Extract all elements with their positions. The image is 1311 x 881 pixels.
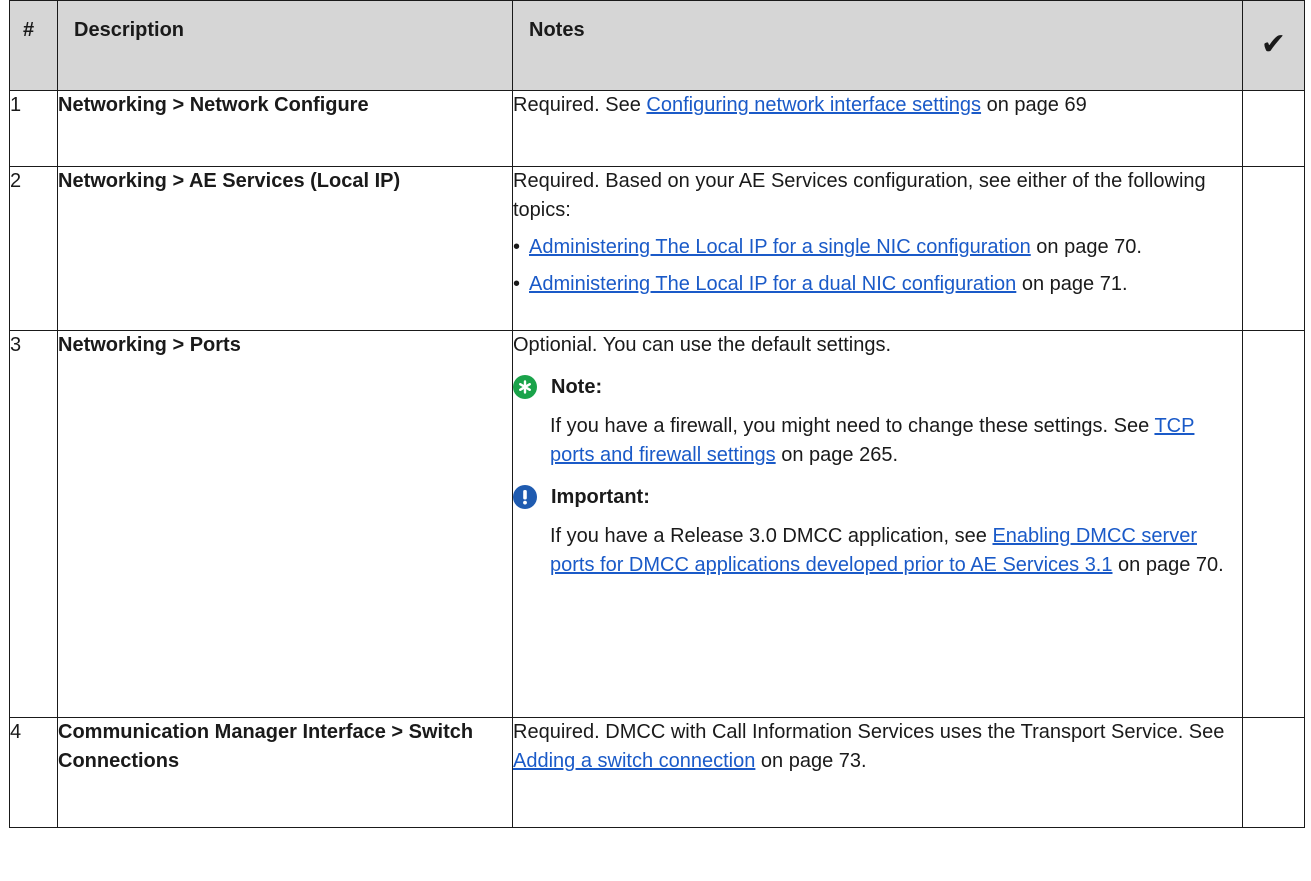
link-local-ip-dual-nic[interactable]: Administering The Local IP for a dual NI… <box>529 273 1016 295</box>
row-notes: Required. Based on your AE Services conf… <box>512 166 1243 331</box>
notes-intro: Required. Based on your AE Services conf… <box>513 170 1206 221</box>
link-adding-switch-connection[interactable]: Adding a switch connection <box>513 750 755 772</box>
row-number: 4 <box>9 717 58 828</box>
list-item: • Administering The Local IP for a singl… <box>513 233 1242 262</box>
row-checkbox-cell[interactable] <box>1242 717 1305 828</box>
link-configuring-network[interactable]: Configuring network interface settings <box>646 94 981 116</box>
row-checkbox-cell[interactable] <box>1242 330 1305 718</box>
row-checkbox-cell[interactable] <box>1242 90 1305 167</box>
table-header-row: # Description Notes ✔ <box>9 0 1305 91</box>
important-callout: Important: If you have a Release 3.0 DMC… <box>513 482 1242 580</box>
checklist-table: # Description Notes ✔ 1 Networking > Net… <box>9 0 1305 828</box>
notes-intro: Optionial. You can use the default setti… <box>513 334 892 356</box>
important-body: If you have a Release 3.0 DMCC applicati… <box>550 525 1224 576</box>
header-notes: Notes <box>512 0 1243 91</box>
table-row: 2 Networking > AE Services (Local IP) Re… <box>9 166 1305 331</box>
table-row: 4 Communication Manager Interface > Swit… <box>9 717 1305 828</box>
table-row: 3 Networking > Ports Optionial. You can … <box>9 330 1305 718</box>
bullet-icon: • <box>513 273 521 295</box>
bullet-icon: • <box>513 236 521 258</box>
row-number: 2 <box>9 166 58 331</box>
row-description: Networking > Ports <box>57 330 513 718</box>
row-description: Communication Manager Interface > Switch… <box>57 717 513 828</box>
important-label: Important: <box>551 485 650 508</box>
row-notes: Optionial. You can use the default setti… <box>512 330 1243 718</box>
asterisk-icon <box>513 375 537 399</box>
row-description: Networking > Network Configure <box>57 90 513 167</box>
note-label: Note: <box>551 375 603 398</box>
header-number: # <box>9 0 58 91</box>
row-checkbox-cell[interactable] <box>1242 166 1305 331</box>
row-description: Networking > AE Services (Local IP) <box>57 166 513 331</box>
header-checkmark-icon: ✔ <box>1242 0 1305 91</box>
note-body: If you have a firewall, you might need t… <box>550 415 1195 466</box>
row-notes: Required. DMCC with Call Information Ser… <box>512 717 1243 828</box>
note-callout: Note: If you have a firewall, you might … <box>513 372 1242 470</box>
table-row: 1 Networking > Network Configure Require… <box>9 90 1305 167</box>
row-notes: Required. See Configuring network interf… <box>512 90 1243 167</box>
exclamation-icon <box>513 485 537 509</box>
header-description: Description <box>57 0 513 91</box>
row-number: 3 <box>9 330 58 718</box>
list-item: • Administering The Local IP for a dual … <box>513 270 1242 299</box>
link-local-ip-single-nic[interactable]: Administering The Local IP for a single … <box>529 236 1031 258</box>
row-number: 1 <box>9 90 58 167</box>
